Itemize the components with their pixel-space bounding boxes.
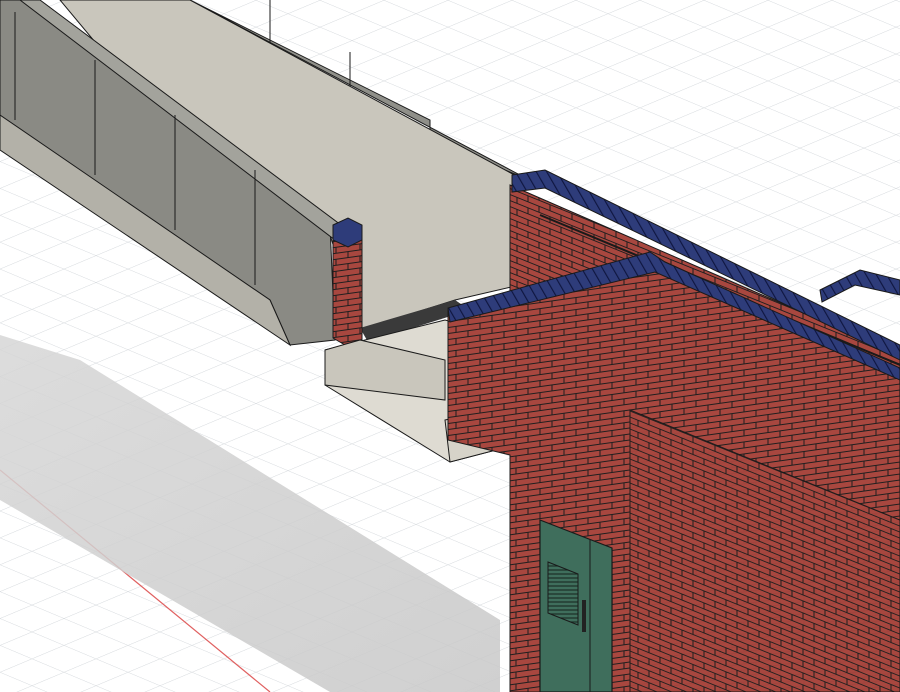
cad-viewport[interactable] <box>0 0 900 692</box>
door-handle <box>582 600 586 632</box>
brick-pier <box>332 217 363 346</box>
green-door[interactable] <box>539 519 613 692</box>
3d-model-render <box>0 0 900 692</box>
